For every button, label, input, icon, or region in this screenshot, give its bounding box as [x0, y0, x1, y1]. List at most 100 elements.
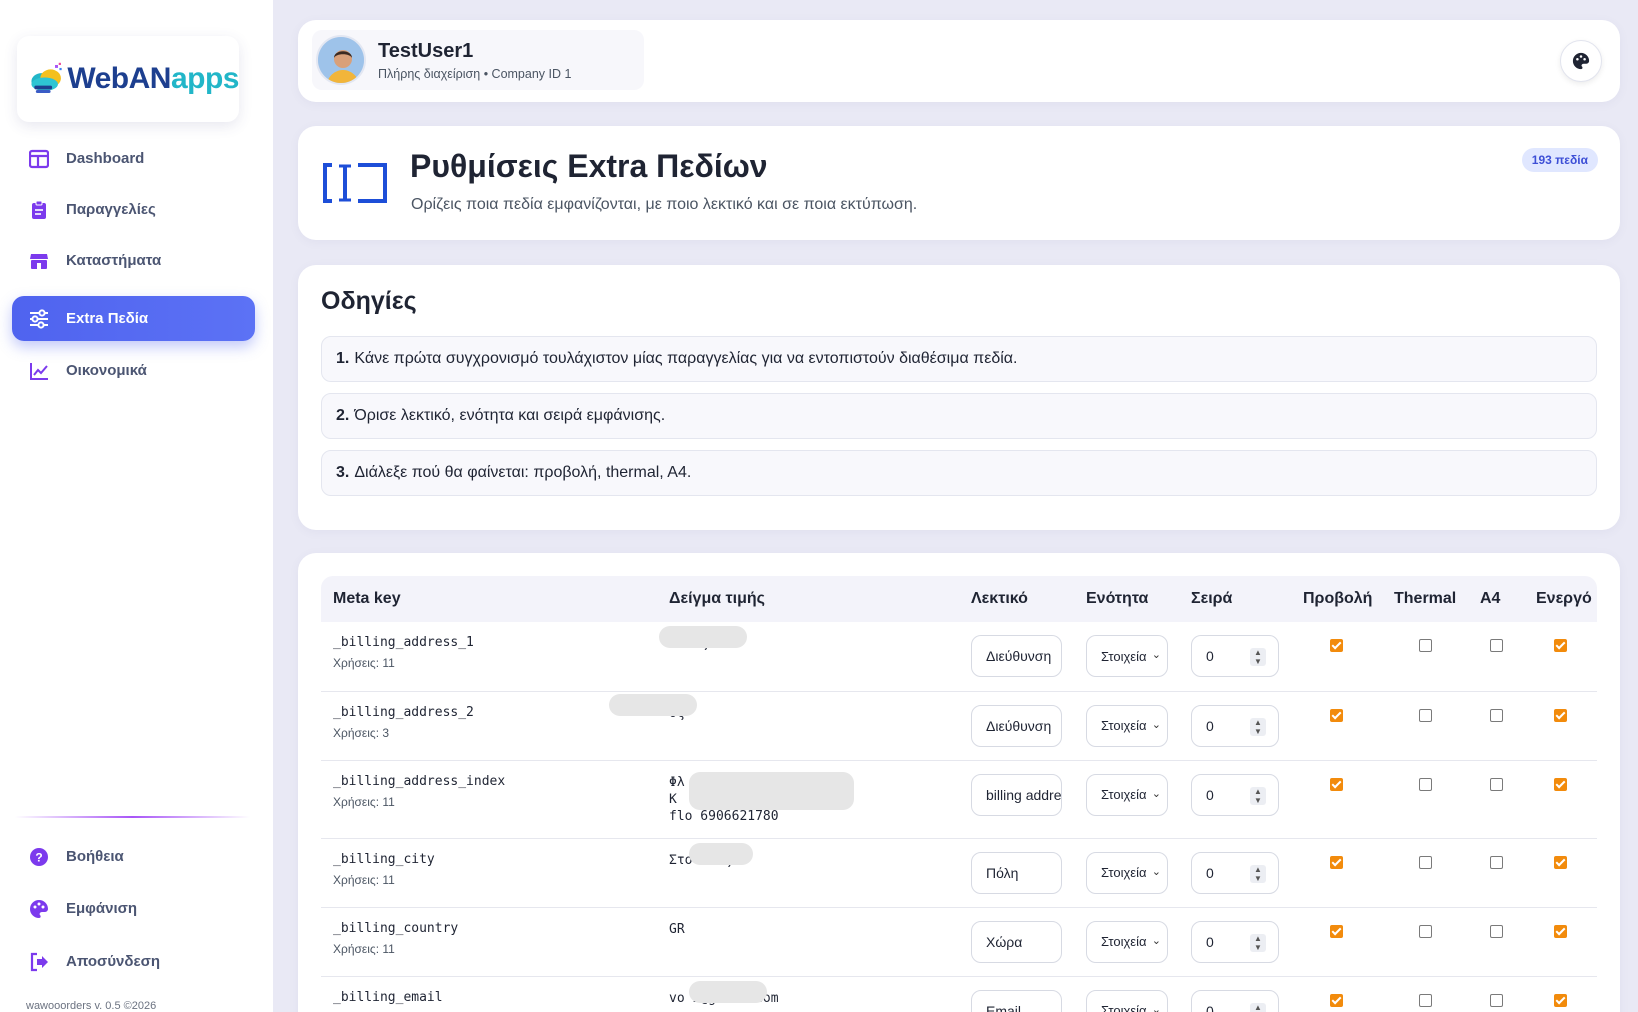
col-header-active[interactable]: Ενεργό [1524, 576, 1597, 622]
stepper-icon[interactable]: ▲▼ [1250, 1002, 1266, 1012]
view-checkbox[interactable] [1330, 993, 1343, 1007]
thermal-checkbox[interactable] [1418, 639, 1432, 652]
active-checkbox[interactable] [1554, 639, 1567, 652]
label-input[interactable]: Χώρα [971, 920, 1062, 963]
section-select[interactable]: Στοιχεία ⌄ [1086, 704, 1168, 747]
view-checkbox[interactable] [1330, 708, 1343, 722]
meta-key-cell: _billing_country Χρήσεις: 11 [321, 907, 657, 977]
col-header-meta-key[interactable]: Meta key [321, 576, 657, 622]
view-checkbox[interactable] [1330, 777, 1343, 791]
active-cell [1524, 976, 1597, 1012]
page-subtitle: Ορίζεις ποια πεδία εμφανίζονται, με ποιο… [411, 196, 918, 213]
view-cell [1291, 976, 1382, 1012]
a4-checkbox[interactable] [1489, 708, 1503, 722]
col-header-view[interactable]: Προβολή [1291, 576, 1382, 622]
stepper-icon[interactable]: ▲▼ [1250, 864, 1266, 883]
section-cell: Στοιχεία ⌄ [1074, 838, 1179, 908]
col-header-order[interactable]: Σειρά [1179, 576, 1291, 622]
order-input[interactable]: 0▲▼ [1191, 635, 1279, 677]
order-input[interactable]: 0▲▼ [1191, 989, 1279, 1012]
label-input[interactable]: Διεύθυνση [971, 704, 1062, 747]
view-checkbox[interactable] [1330, 924, 1343, 938]
sidebar-item-appearance[interactable]: Εμφάνιση [12, 886, 255, 931]
thermal-checkbox[interactable] [1418, 924, 1432, 938]
stepper-icon[interactable]: ▲▼ [1250, 717, 1266, 736]
section-select[interactable]: Στοιχεία ⌄ [1086, 851, 1168, 894]
thermal-checkbox[interactable] [1418, 708, 1432, 722]
meta-key-cell: _billing_address_index Χρήσεις: 11 [321, 760, 657, 839]
active-checkbox[interactable] [1554, 924, 1567, 938]
col-header-a4[interactable]: A4 [1468, 576, 1524, 622]
order-input[interactable]: 0▲▼ [1191, 920, 1279, 963]
table-row: _billing_address_1 Χρήσεις: 11 ιθιας Διε… [321, 622, 1597, 692]
label-input[interactable]: billing address [971, 773, 1062, 816]
svg-text:?: ? [35, 850, 42, 864]
chevron-down-icon: ⌄ [1149, 786, 1161, 800]
a4-checkbox[interactable] [1489, 993, 1503, 1007]
sidebar-item-help[interactable]: ? Βοήθεια [12, 834, 255, 879]
active-checkbox[interactable] [1554, 993, 1567, 1007]
section-select[interactable]: Στοιχεία ⌄ [1086, 920, 1168, 963]
stepper-icon[interactable]: ▲▼ [1250, 933, 1266, 952]
a4-cell [1468, 976, 1524, 1012]
instructions-card: Οδηγίες 1. Κάνε πρώτα συγχρονισμό τουλάχι… [298, 265, 1620, 530]
view-cell [1291, 691, 1382, 761]
meta-key: _billing_address_index [333, 773, 506, 789]
thermal-cell [1382, 760, 1468, 839]
user-name: TestUser1 [378, 39, 474, 62]
thermal-checkbox[interactable] [1418, 777, 1432, 791]
a4-checkbox[interactable] [1489, 777, 1503, 791]
chevron-down-icon: ⌄ [1149, 717, 1161, 731]
a4-checkbox[interactable] [1489, 639, 1503, 652]
thermal-checkbox[interactable] [1418, 993, 1432, 1007]
sidebar-item-orders[interactable]: Παραγγελίες [12, 187, 255, 232]
header-bar: TestUser1 Πλήρης διαχείριση • Company ID… [298, 20, 1620, 102]
view-checkbox[interactable] [1330, 639, 1343, 652]
order-cell: 0▲▼ [1179, 622, 1291, 692]
view-checkbox[interactable] [1330, 855, 1343, 869]
col-header-thermal[interactable]: Thermal [1382, 576, 1468, 622]
usage-count: Χρήσεις: 11 [333, 941, 395, 956]
order-input[interactable]: 0▲▼ [1191, 704, 1279, 747]
label-cell: Email [959, 976, 1074, 1012]
user-info[interactable]: TestUser1 Πλήρης διαχείριση • Company ID… [312, 30, 644, 90]
stepper-icon[interactable]: ▲▼ [1250, 648, 1266, 666]
col-header-section[interactable]: Ενότητα [1074, 576, 1179, 622]
brand-logo[interactable]: WebANapps [17, 36, 240, 122]
stepper-icon[interactable]: ▲▼ [1250, 786, 1266, 805]
active-checkbox[interactable] [1554, 708, 1567, 722]
sidebar-item-dashboard[interactable]: Dashboard [12, 136, 255, 181]
sidebar-item-stores[interactable]: Καταστήματα [12, 238, 255, 283]
active-cell [1524, 907, 1597, 977]
section-select[interactable]: Στοιχεία ⌄ [1086, 635, 1168, 677]
order-input[interactable]: 0▲▼ [1191, 773, 1279, 816]
active-checkbox[interactable] [1554, 777, 1567, 791]
order-input[interactable]: 0▲▼ [1191, 851, 1279, 894]
redaction-mask [659, 626, 747, 648]
thermal-checkbox[interactable] [1418, 855, 1432, 869]
redaction-mask [609, 693, 697, 716]
chart-line-icon [28, 360, 50, 382]
col-header-label[interactable]: Λεκτικό [959, 576, 1074, 622]
section-select[interactable]: Στοιχεία ⌄ [1086, 989, 1168, 1012]
a4-cell [1468, 760, 1524, 839]
redaction-mask [689, 842, 753, 865]
sidebar-item-extra-fields[interactable]: Extra Πεδία [12, 296, 255, 341]
sample-value: Στο θιας [669, 842, 959, 869]
active-checkbox[interactable] [1554, 855, 1567, 869]
col-header-sample[interactable]: Δείγμα τιμής [657, 576, 959, 622]
table-row: _billing_country Χρήσεις: 11 GR Χώρα Στο… [321, 907, 1597, 977]
theme-button[interactable] [1560, 40, 1602, 82]
sidebar-item-logout[interactable]: Αποσύνδεση [12, 939, 255, 984]
label-input[interactable]: Email [971, 989, 1062, 1012]
sample-value: Φλ 31 Κ flo 6906621780 [669, 771, 959, 825]
label-input[interactable]: Διεύθυνση [971, 635, 1062, 677]
a4-checkbox[interactable] [1489, 924, 1503, 938]
order-cell: 0▲▼ [1179, 838, 1291, 908]
a4-checkbox[interactable] [1489, 855, 1503, 869]
section-select[interactable]: Στοιχεία ⌄ [1086, 773, 1168, 816]
table-row: _billing_address_2 Χρήσεις: 3 ος Διεύθυν… [321, 691, 1597, 761]
label-input[interactable]: Πόλη [971, 851, 1062, 894]
sidebar-item-financials[interactable]: Οικονομικά [12, 348, 255, 393]
meta-key-cell: _billing_address_2 Χρήσεις: 3 [321, 691, 657, 761]
